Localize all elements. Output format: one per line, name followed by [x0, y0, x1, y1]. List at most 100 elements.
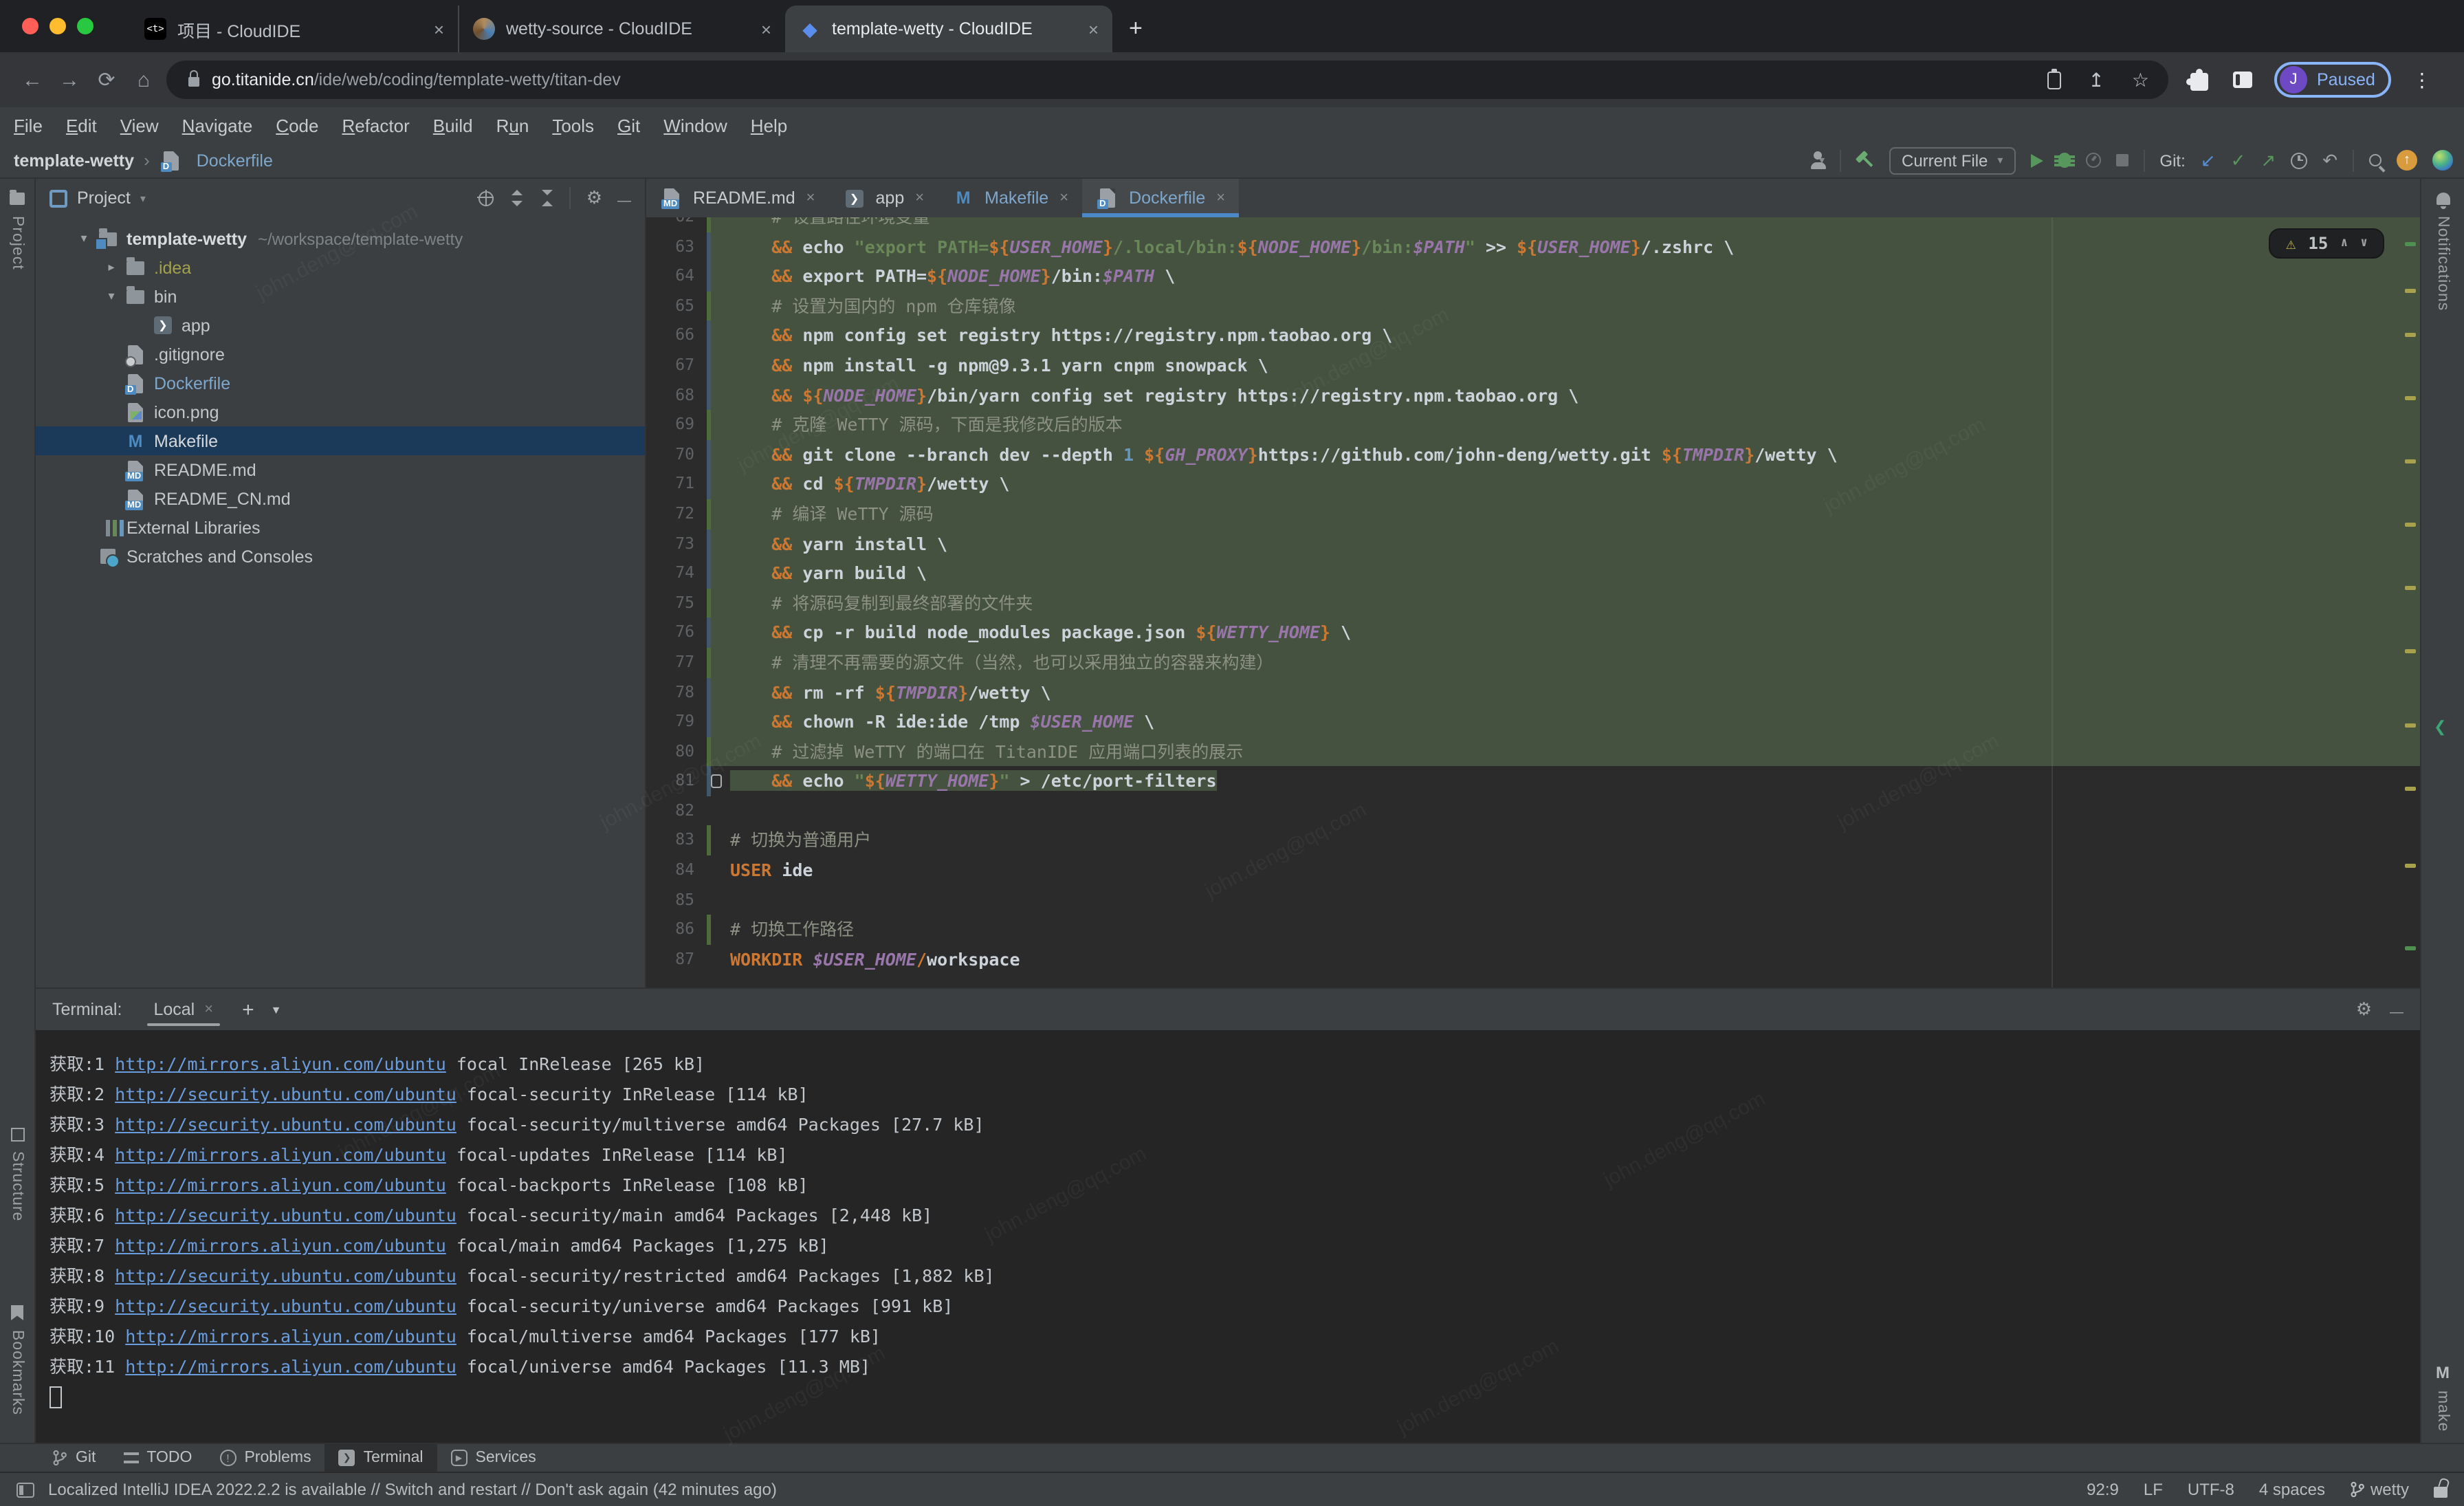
browser-tab[interactable]: <t>项目 - CloudIDE	[131, 6, 458, 52]
tree-item-makefile[interactable]: Makefile	[36, 426, 645, 455]
rollback-icon[interactable]	[2322, 149, 2338, 171]
locate-file-icon[interactable]	[479, 190, 494, 206]
tab-close-icon[interactable]	[1059, 190, 1068, 206]
terminal-output[interactable]: 获取:1 http://mirrors.aliyun.com/ubuntu fo…	[36, 1030, 2420, 1443]
terminal-link[interactable]: http://security.ubuntu.com/ubuntu	[115, 1296, 456, 1316]
tool-stripe-make[interactable]: M make	[2421, 1363, 2464, 1432]
git-push-icon[interactable]: ↗	[2260, 151, 2276, 169]
home-icon[interactable]: ⌂	[125, 68, 162, 91]
breadcrumb-project[interactable]: template-wetty	[14, 151, 134, 170]
tool-stripe-bookmarks[interactable]: Bookmarks	[0, 1304, 34, 1415]
encoding[interactable]: UTF-8	[2188, 1480, 2234, 1499]
share-icon[interactable]: ↥	[2088, 68, 2104, 91]
menu-item-code[interactable]: Code	[276, 115, 318, 135]
breadcrumb-file[interactable]: Dockerfile	[197, 151, 273, 170]
tab-close-icon[interactable]	[915, 190, 924, 206]
menu-item-navigate[interactable]: Navigate	[182, 115, 253, 135]
tool-window-toggle-icon[interactable]	[16, 1482, 34, 1497]
tool-window-button-services[interactable]: Services	[437, 1444, 550, 1472]
collapse-all-icon[interactable]	[540, 190, 555, 206]
prev-warning-icon[interactable]: ∧	[2340, 237, 2348, 250]
tool-window-button-todo[interactable]: TODO	[109, 1444, 206, 1472]
forward-icon[interactable]: →	[51, 68, 88, 91]
tree-item-icon-png[interactable]: icon.png	[36, 397, 645, 426]
update-available-icon[interactable]	[2397, 150, 2417, 171]
terminal-link[interactable]: http://mirrors.aliyun.com/ubuntu	[115, 1054, 446, 1074]
tree-item-app[interactable]: app	[36, 311, 645, 340]
tool-stripe-project[interactable]: Project	[0, 190, 34, 270]
project-panel-title[interactable]: Project	[77, 188, 131, 208]
gear-icon[interactable]	[586, 187, 602, 209]
line-ending[interactable]: LF	[2144, 1480, 2163, 1499]
tool-window-button-problems[interactable]: Problems	[206, 1444, 324, 1472]
back-icon[interactable]: ←	[14, 68, 51, 91]
menu-item-file[interactable]: File	[14, 115, 43, 135]
side-panel-icon[interactable]	[2233, 72, 2252, 88]
menu-item-run[interactable]: Run	[496, 115, 529, 135]
terminal-link[interactable]: http://mirrors.aliyun.com/ubuntu	[125, 1356, 456, 1377]
editor-tab-readme-md[interactable]: README.md	[646, 179, 829, 217]
bookmark-star-icon[interactable]: ☆	[2132, 68, 2149, 91]
caret-position[interactable]: 92:9	[2087, 1480, 2119, 1499]
tree-item--gitignore[interactable]: .gitignore	[36, 340, 645, 369]
expand-all-icon[interactable]	[509, 190, 525, 206]
search-icon[interactable]	[2369, 154, 2382, 166]
git-commit-icon[interactable]: ✓	[2231, 151, 2246, 169]
extensions-icon[interactable]	[2190, 73, 2208, 91]
status-message[interactable]: Localized IntelliJ IDEA 2022.2.2 is avai…	[48, 1480, 777, 1499]
menu-item-window[interactable]: Window	[663, 115, 727, 135]
run-config-select[interactable]: Current File	[1889, 146, 2015, 174]
git-update-icon[interactable]: ↙	[2201, 151, 2216, 169]
tab-close-icon[interactable]	[806, 190, 815, 206]
build-hammer-icon[interactable]	[1853, 148, 1878, 173]
tree-item-readme-md[interactable]: README.md	[36, 455, 645, 484]
browser-tab[interactable]: ◆template-wetty - CloudIDE	[785, 6, 1112, 52]
tool-stripe-notifications[interactable]: Notifications	[2421, 190, 2464, 311]
next-warning-icon[interactable]: ∨	[2360, 237, 2368, 250]
terminal-link[interactable]: http://security.ubuntu.com/ubuntu	[115, 1114, 456, 1135]
chevron-down-icon[interactable]	[140, 192, 146, 204]
minimize-window-button[interactable]	[50, 18, 66, 34]
code-with-me-icon[interactable]	[1810, 151, 1825, 169]
tree-item-bin[interactable]: ▾bin	[36, 282, 645, 311]
terminal-link[interactable]: http://mirrors.aliyun.com/ubuntu	[115, 1144, 446, 1165]
stop-icon[interactable]	[2115, 154, 2128, 166]
tree-item-template-wetty[interactable]: ▾template-wetty~/workspace/template-wett…	[36, 224, 645, 253]
terminal-link[interactable]: http://security.ubuntu.com/ubuntu	[115, 1205, 456, 1225]
tree-item-readme-cn-md[interactable]: README_CN.md	[36, 484, 645, 513]
profile-chip[interactable]: J Paused	[2274, 62, 2392, 98]
titan-logo-icon[interactable]	[2432, 150, 2453, 171]
menu-item-refactor[interactable]: Refactor	[342, 115, 409, 135]
chevron-right-icon[interactable]: ▸	[99, 260, 124, 275]
tree-item--idea[interactable]: ▸.idea	[36, 253, 645, 282]
editor-tab-makefile[interactable]: Makefile	[938, 179, 1082, 217]
menu-item-git[interactable]: Git	[617, 115, 640, 135]
inspection-widget[interactable]: ⚠ 15 ∧ ∨	[2269, 228, 2384, 259]
tree-item-scratches-and-consoles[interactable]: Scratches and Consoles	[36, 542, 645, 571]
profiler-icon[interactable]	[2085, 153, 2100, 168]
bookmark-icon[interactable]	[711, 775, 722, 789]
editor-tab-dockerfile[interactable]: Dockerfile	[1082, 179, 1239, 217]
hidden-toolbar-chevron-icon[interactable]	[2434, 718, 2446, 736]
terminal-link[interactable]: http://mirrors.aliyun.com/ubuntu	[115, 1235, 446, 1256]
history-icon[interactable]	[2291, 152, 2307, 168]
chevron-down-icon[interactable]: ▾	[99, 289, 124, 304]
reload-icon[interactable]: ⟳	[88, 67, 125, 92]
chevron-down-icon[interactable]: ▾	[72, 231, 96, 246]
tool-stripe-structure[interactable]: Structure	[0, 1125, 34, 1221]
menu-item-edit[interactable]: Edit	[66, 115, 97, 135]
tool-window-button-git[interactable]: Git	[38, 1444, 109, 1472]
git-branch[interactable]: wetty	[2350, 1480, 2409, 1499]
terminal-tab-local[interactable]: Local	[146, 989, 220, 1030]
unlocked-icon[interactable]	[2434, 1486, 2448, 1497]
run-icon[interactable]	[2030, 153, 2043, 167]
tab-close-icon[interactable]	[761, 19, 771, 39]
editor-tab-app[interactable]: app	[829, 179, 938, 217]
tab-close-icon[interactable]	[1088, 19, 1099, 39]
close-window-button[interactable]	[22, 18, 38, 34]
hide-terminal-icon[interactable]	[2390, 999, 2404, 1020]
terminal-dropdown-icon[interactable]	[271, 1003, 282, 1016]
menu-item-build[interactable]: Build	[433, 115, 473, 135]
tab-close-icon[interactable]	[1216, 190, 1225, 206]
menu-item-tools[interactable]: Tools	[552, 115, 594, 135]
